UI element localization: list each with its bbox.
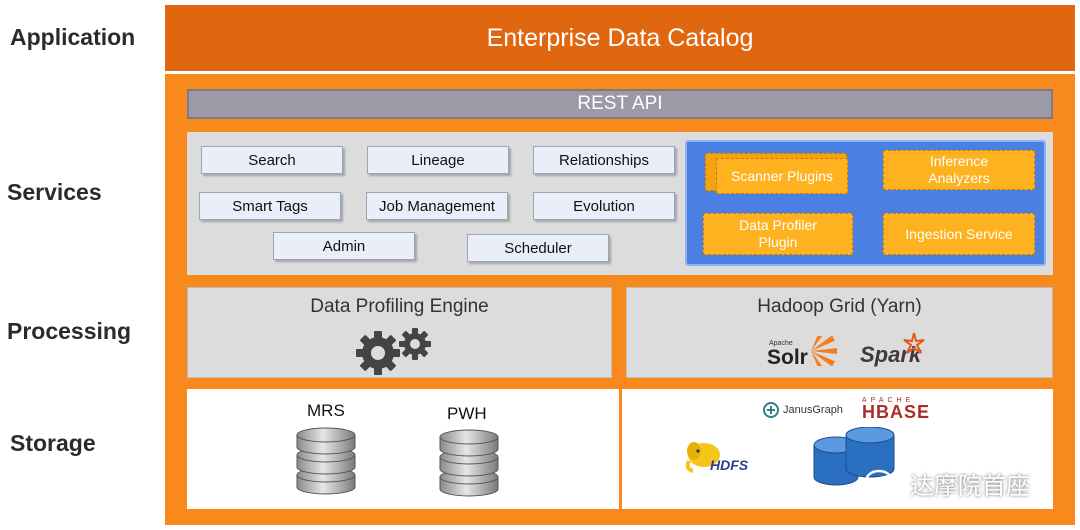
janusgraph-logo: JanusGraph [762, 401, 843, 419]
solr-logo: Apache Solr [767, 336, 837, 370]
hbase-logo: APACHE HBASE [862, 397, 931, 422]
spark-star-icon [903, 332, 925, 354]
inference-analyzers: Inference Analyzers [883, 150, 1035, 190]
mrs-label: MRS [307, 401, 345, 420]
layer-label-services: Services [7, 179, 102, 205]
service-job-management: Job Management [366, 192, 508, 220]
service-scheduler: Scheduler [467, 234, 609, 262]
data-profiling-engine-title: Data Profiling Engine [310, 296, 489, 317]
service-search: Search [201, 146, 343, 174]
app-title: Enterprise Data Catalog [486, 23, 754, 52]
hdfs-logo: HDFS [684, 439, 748, 478]
watermark-text: 达摩院首座 [910, 473, 1030, 500]
rest-api-label: REST API [577, 93, 663, 114]
gears-icon [356, 328, 431, 375]
wechat-icon [864, 469, 903, 497]
rest-api-bar: REST API [187, 89, 1053, 119]
janusgraph-icon [763, 402, 779, 418]
layer-label-storage: Storage [10, 430, 96, 456]
solr-sun-icon [811, 336, 837, 366]
application-bar: Enterprise Data Catalog [165, 5, 1075, 71]
service-lineage: Lineage [367, 146, 509, 174]
watermark: 达摩院首座 [864, 466, 1030, 501]
pwh-database-icon [439, 429, 499, 497]
ingestion-service: Ingestion Service [883, 213, 1035, 255]
pwh-label: PWH [447, 404, 487, 423]
service-admin: Admin [273, 232, 415, 260]
layer-label-processing: Processing [7, 318, 131, 344]
storage-metadata-box: MRS PWH [187, 389, 619, 509]
layer-label-application: Application [10, 24, 136, 50]
mrs-database-icon [296, 427, 356, 495]
service-relationships: Relationships [533, 146, 675, 174]
hadoop-grid-title: Hadoop Grid (Yarn) [757, 296, 922, 317]
scanner-plugins: Scanner Plugins [716, 158, 848, 194]
hadoop-grid-box: Hadoop Grid (Yarn) Apache Solr Spark [626, 287, 1053, 378]
service-smart-tags: Smart Tags [199, 192, 341, 220]
data-profiler-plugin: Data Profiler Plugin [703, 213, 853, 255]
service-evolution: Evolution [533, 192, 675, 220]
spark-logo: Spark [860, 332, 930, 368]
data-profiling-engine-box: Data Profiling Engine [187, 287, 612, 378]
